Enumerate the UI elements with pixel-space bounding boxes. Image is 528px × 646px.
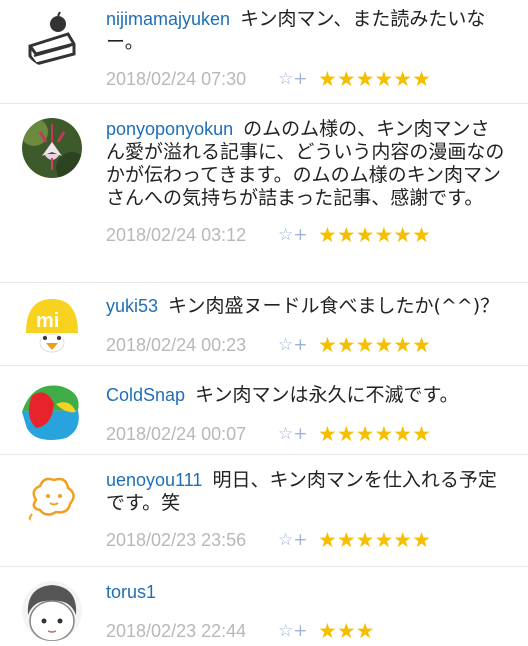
divider xyxy=(0,365,528,366)
comment-date: 2018/02/24 03:12 xyxy=(106,224,247,245)
divider xyxy=(0,282,528,283)
svg-text:mi: mi xyxy=(36,310,59,332)
comment-text: uenoyou111 明日、キン肉マンを仕入れる予定です。笑 xyxy=(106,469,497,514)
username-link[interactable]: uenoyou111 xyxy=(106,470,202,490)
divider xyxy=(0,566,528,567)
add-star-button[interactable]: ☆+ xyxy=(278,424,318,444)
divider xyxy=(0,103,528,104)
colorful-blob-icon[interactable] xyxy=(22,382,82,442)
username-link[interactable]: nijimamajyuken xyxy=(106,9,230,29)
comment-date: 2018/02/23 23:56 xyxy=(106,529,247,550)
flower-icon[interactable] xyxy=(22,118,82,178)
add-star-button[interactable]: ☆+ xyxy=(278,335,318,355)
username-link[interactable]: torus1 xyxy=(106,582,156,602)
star-rating: ★★★★★★ xyxy=(318,333,431,357)
star-rating: ★★★★★★ xyxy=(318,422,431,446)
comment-text: ponyoponyokun のムのム様の、キン肉マンさん愛が溢れる記事に、どういう… xyxy=(106,118,505,209)
comment-text: nijimamajyuken キン肉マン、また読みたいなー。 xyxy=(106,8,486,53)
cake-icon[interactable] xyxy=(22,8,82,68)
comment-date: 2018/02/24 00:07 xyxy=(106,423,247,444)
comment-date: 2018/02/24 07:30 xyxy=(106,68,247,89)
boy-face-icon[interactable] xyxy=(22,581,82,641)
comment-text: torus1 xyxy=(106,581,508,604)
comment-text: yuki53 キン肉盛ヌードル食べましたか(^^)？ xyxy=(106,295,500,317)
username-link[interactable]: yuki53 xyxy=(106,296,158,316)
add-star-button[interactable]: ☆+ xyxy=(278,225,318,245)
cloud-character-icon[interactable] xyxy=(22,470,82,530)
star-rating: ★★★ xyxy=(318,619,375,643)
star-rating: ★★★★★★ xyxy=(318,67,431,91)
username-link[interactable]: ColdSnap xyxy=(106,385,185,405)
add-star-button[interactable]: ☆+ xyxy=(278,621,318,641)
comment-date: 2018/02/23 22:44 xyxy=(106,620,247,641)
divider xyxy=(0,454,528,455)
chick-icon[interactable]: mi xyxy=(22,293,82,353)
add-star-button[interactable]: ☆+ xyxy=(278,69,318,89)
username-link[interactable]: ponyoponyokun xyxy=(106,119,233,139)
star-rating: ★★★★★★ xyxy=(318,223,431,247)
comment-date: 2018/02/24 00:23 xyxy=(106,334,247,355)
comment-text: ColdSnap キン肉マンは永久に不滅です。 xyxy=(106,384,459,406)
star-rating: ★★★★★★ xyxy=(318,528,431,552)
add-star-button[interactable]: ☆+ xyxy=(278,530,318,550)
